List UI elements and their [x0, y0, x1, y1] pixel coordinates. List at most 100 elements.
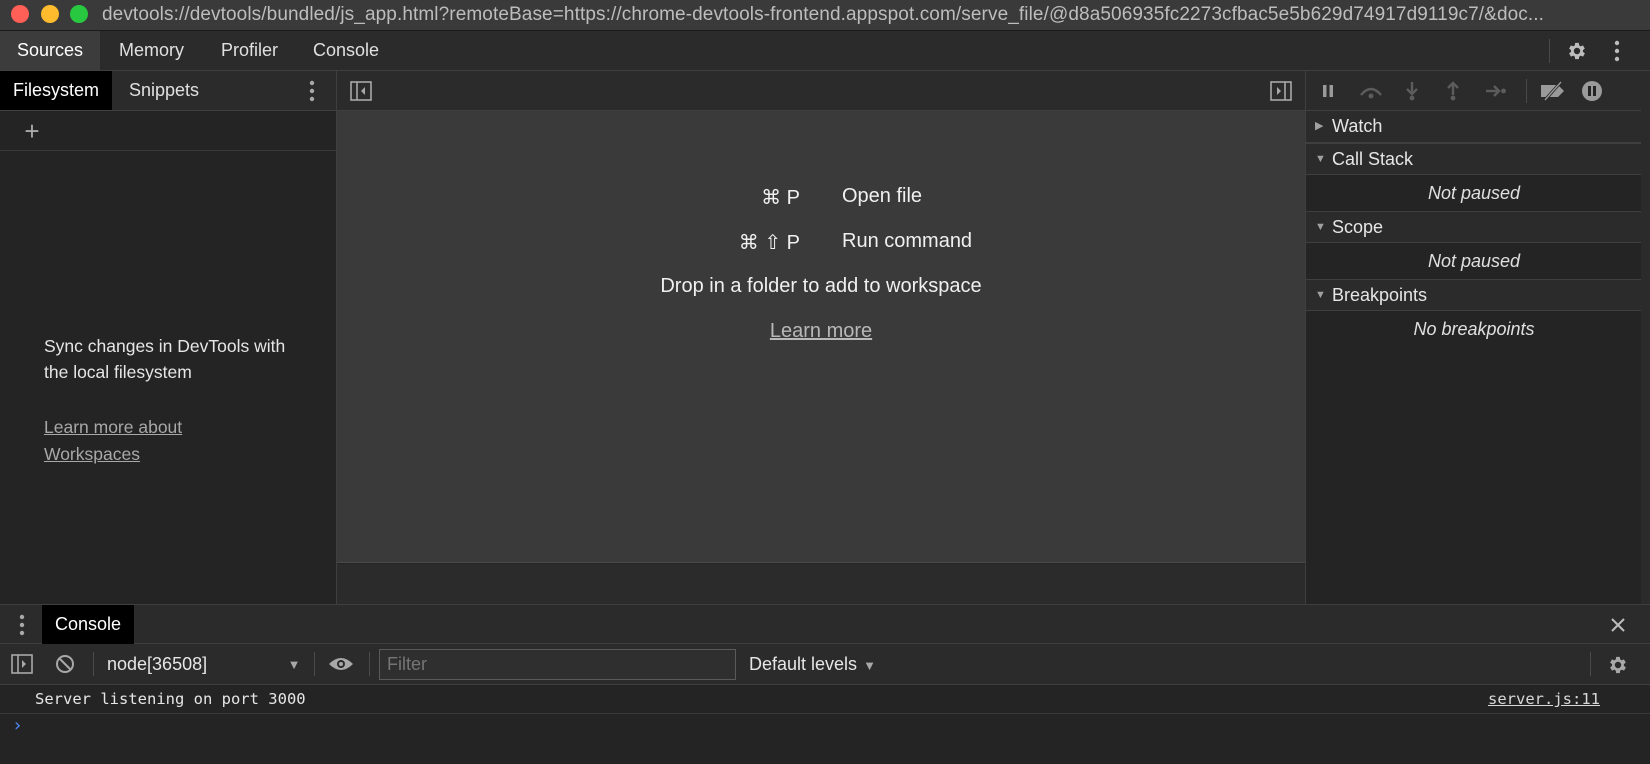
step-over-icon — [1360, 87, 1382, 99]
breakpoints-section-label: Breakpoints — [1332, 285, 1428, 305]
block-icon — [56, 655, 74, 673]
window-title: devtools://devtools/bundled/js_app.html?… — [102, 4, 1545, 25]
toggle-navigator-button[interactable] — [349, 80, 373, 102]
tab-profiler[interactable]: Profiler — [204, 31, 295, 70]
console-toolbar: node[36508] ▼ Default levels ▼ — [0, 644, 1650, 685]
tab-memory[interactable]: Memory — [102, 31, 201, 70]
toggle-debugger-button[interactable] — [1269, 80, 1293, 102]
collapsed-triangle-icon: ▶ — [1315, 120, 1324, 132]
more-options-button[interactable] — [1603, 37, 1631, 65]
show-console-sidebar-button[interactable] — [10, 653, 34, 675]
editor-panel: ⌘ P Open file ⌘ ⇧ P Run command Drop in … — [337, 71, 1305, 604]
sidebar-toggle-icon — [11, 654, 33, 674]
deactivate-breakpoints-button[interactable] — [1538, 80, 1568, 102]
watch-section-header[interactable]: ▶ Watch — [1306, 111, 1642, 143]
drawer-tab-bar: Console — [0, 604, 1650, 644]
tab-filesystem[interactable]: Filesystem — [0, 71, 113, 110]
shortcut-open-file-label: Open file — [842, 185, 923, 207]
breakpoint-off-icon — [1541, 81, 1564, 101]
chevron-down-icon[interactable]: ▼ — [286, 654, 302, 674]
debugger-scrollbar[interactable] — [1641, 71, 1650, 604]
toolbar-divider — [369, 652, 370, 676]
tab-sources[interactable]: Sources — [0, 31, 101, 70]
scope-section-label: Scope — [1332, 217, 1384, 237]
editor-placeholder: ⌘ P Open file ⌘ ⇧ P Run command Drop in … — [337, 111, 1305, 563]
drop-folder-hint: Drop in a folder to add to workspace — [660, 275, 982, 297]
add-folder-button[interactable]: + — [18, 117, 46, 145]
watch-section-label: Watch — [1332, 116, 1383, 136]
navigator-tab-bar: Filesystem Snippets — [0, 71, 336, 111]
pause-button[interactable] — [1318, 81, 1338, 101]
gear-icon — [1569, 42, 1585, 60]
pause-exceptions-icon — [1582, 81, 1602, 101]
pause-on-exceptions-button[interactable] — [1580, 80, 1604, 102]
eye-icon — [329, 658, 353, 670]
console-message-text: Server listening on port 3000 — [35, 690, 306, 708]
kebab-menu-icon — [19, 614, 25, 636]
clear-console-button[interactable] — [53, 653, 77, 675]
javascript-context-select[interactable]: node[36508] — [107, 644, 207, 684]
kebab-menu-icon — [309, 80, 315, 102]
console-message-source-link[interactable]: server.js:11 — [1488, 685, 1600, 714]
drawer-more-button[interactable] — [14, 613, 30, 637]
chevron-down-icon: ▼ — [863, 658, 876, 673]
close-drawer-button[interactable] — [1606, 613, 1630, 637]
minimize-window-button[interactable] — [41, 5, 59, 23]
settings-button[interactable] — [1563, 37, 1591, 65]
log-levels-select[interactable]: Default levels ▼ — [749, 644, 876, 684]
console-prompt[interactable]: › — [12, 715, 23, 736]
expanded-triangle-icon: ▼ — [1315, 289, 1326, 301]
drawer-tab-console[interactable]: Console — [42, 605, 135, 644]
shortcut-run-command-keys: ⌘ ⇧ P — [738, 232, 800, 254]
sidebar-right-icon — [1270, 81, 1292, 101]
toolbar-divider — [1590, 652, 1591, 676]
editor-status-bar — [337, 564, 1305, 604]
expanded-triangle-icon: ▼ — [1315, 221, 1326, 233]
step-icon — [1486, 85, 1506, 97]
debugger-toolbar — [1306, 71, 1642, 111]
step-over-button[interactable] — [1358, 81, 1384, 101]
tab-snippets[interactable]: Snippets — [116, 71, 212, 110]
expanded-triangle-icon: ▼ — [1315, 153, 1326, 165]
call-stack-status: Not paused — [1427, 183, 1521, 203]
scope-status: Not paused — [1427, 251, 1521, 271]
scope-section-header[interactable]: ▼ Scope — [1306, 211, 1642, 243]
live-expression-button[interactable] — [327, 653, 355, 675]
call-stack-section-label: Call Stack — [1332, 149, 1414, 169]
window-titlebar: devtools://devtools/bundled/js_app.html?… — [0, 0, 1650, 31]
shortcut-open-file-keys: ⌘ P — [761, 187, 800, 209]
shortcut-run-command-label: Run command — [842, 230, 973, 252]
tab-console[interactable]: Console — [296, 31, 396, 70]
learn-more-workspaces-link[interactable]: Learn more about Workspaces — [44, 414, 244, 468]
step-out-icon — [1447, 81, 1459, 101]
step-into-button[interactable] — [1402, 81, 1422, 101]
breakpoints-section-header[interactable]: ▼ Breakpoints — [1306, 279, 1642, 311]
gear-icon — [1610, 656, 1626, 674]
step-into-icon — [1406, 82, 1418, 101]
main-tab-bar: Sources Memory Profiler Console — [0, 31, 1650, 71]
sidebar-left-icon — [350, 81, 372, 101]
learn-more-link[interactable]: Learn more — [337, 320, 1305, 343]
console-settings-button[interactable] — [1604, 652, 1632, 678]
debugger-panel: ▶ Watch ▼ Call Stack Not paused ▼ Scope … — [1305, 71, 1642, 604]
navigator-more-button[interactable] — [302, 79, 322, 103]
navigator-panel: Filesystem Snippets + Sync changes in De… — [0, 71, 337, 604]
step-button[interactable] — [1484, 81, 1508, 101]
editor-toolbar — [337, 71, 1305, 111]
toolbar-divider — [1526, 79, 1527, 103]
filter-input[interactable] — [379, 649, 736, 680]
pause-icon — [1323, 85, 1333, 97]
close-icon — [1611, 618, 1625, 632]
call-stack-section-header[interactable]: ▼ Call Stack — [1306, 143, 1642, 175]
toolbar-divider — [93, 652, 94, 676]
console-message: Server listening on port 3000 server.js:… — [0, 685, 1650, 714]
add-folder-row: + — [0, 111, 336, 151]
breakpoints-status: No breakpoints — [1413, 319, 1535, 339]
zoom-window-button[interactable] — [70, 5, 88, 23]
toolbar-divider — [314, 652, 315, 676]
kebab-menu-icon — [1614, 40, 1620, 62]
sync-description: Sync changes in DevTools with the local … — [44, 336, 286, 382]
step-out-button[interactable] — [1443, 81, 1463, 101]
close-window-button[interactable] — [11, 5, 29, 23]
log-levels-label: Default levels — [749, 654, 858, 674]
